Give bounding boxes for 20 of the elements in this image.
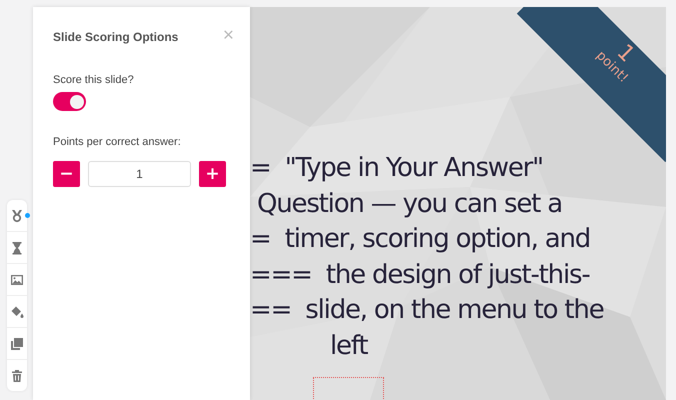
hourglass-icon — [10, 240, 24, 254]
slide-text-line: === the design of just-this- — [250, 258, 590, 292]
paint-bucket-icon — [10, 304, 24, 318]
panel-title: Slide Scoring Options — [53, 30, 178, 44]
decrease-button[interactable]: − — [53, 161, 80, 187]
increase-button[interactable]: + — [199, 161, 226, 187]
image-icon — [10, 272, 24, 286]
medal-icon — [10, 208, 24, 222]
slide-text-line: == slide, on the menu to the — [250, 294, 604, 327]
copy-icon — [10, 336, 24, 350]
answer-box[interactable] — [313, 377, 384, 400]
points-label: Points per correct answer: — [53, 136, 182, 148]
slide-text-line: = timer, scoring option, and — [250, 223, 590, 256]
points-input[interactable]: 1 — [88, 161, 191, 187]
score-toggle[interactable] — [53, 92, 86, 111]
slide-text-line: = "Type in Your Answer" — [250, 152, 543, 185]
score-label: Score this slide? — [53, 74, 135, 86]
slide-text-line: left — [330, 330, 368, 362]
trash-icon — [10, 368, 24, 382]
slide-text-line: Question — you can set a — [257, 188, 562, 220]
